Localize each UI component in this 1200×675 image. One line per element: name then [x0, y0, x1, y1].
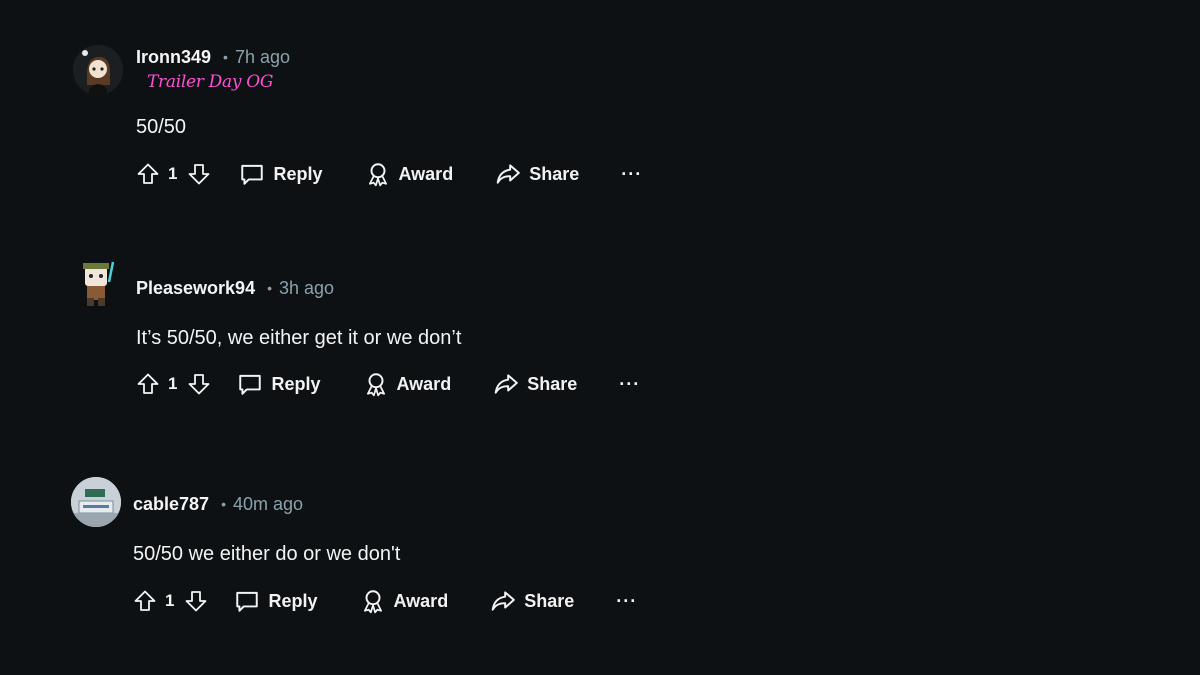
avatar[interactable] [71, 477, 121, 527]
award-button[interactable]: Award [360, 588, 449, 614]
comment-text: 50/50 we either do or we don't [133, 543, 401, 565]
comment-actions: 1 Reply Award Share ··· [133, 587, 637, 615]
award-label: Award [393, 590, 449, 611]
comment-meta: Pleasework94 • 3h ago [136, 276, 334, 300]
reply-icon [234, 588, 260, 614]
comment-text: It’s 50/50, we either get it or we don’t [136, 327, 462, 349]
vote-controls: 1 [136, 372, 211, 396]
vote-score: 1 [168, 374, 178, 393]
share-icon [493, 371, 519, 397]
reply-label: Reply [271, 373, 321, 394]
award-icon [360, 588, 386, 614]
downvote-icon[interactable] [184, 589, 208, 613]
reply-button[interactable]: Reply [234, 588, 318, 614]
comment-actions: 1 Reply Award Share ··· [136, 370, 640, 398]
more-icon[interactable]: ··· [619, 374, 640, 395]
vote-controls: 1 [133, 589, 208, 613]
vote-score: 1 [165, 591, 175, 610]
award-button[interactable]: Award [363, 371, 452, 397]
reply-button[interactable]: Reply [237, 371, 321, 397]
share-button[interactable]: Share [493, 371, 577, 397]
reply-label: Reply [268, 590, 318, 611]
share-label: Share [524, 590, 575, 611]
comment-meta: cable787 • 40m ago [133, 492, 303, 516]
share-label: Share [527, 373, 578, 394]
username[interactable]: Pleasework94 [136, 278, 255, 299]
share-button[interactable]: Share [490, 588, 574, 614]
award-label: Award [396, 373, 452, 394]
timestamp[interactable]: 40m ago [233, 494, 303, 515]
username[interactable]: cable787 [133, 494, 209, 515]
separator-dot: • [267, 280, 272, 296]
comment-3: cable787 • 40m ago 50/50 we either do or… [0, 0, 1200, 614]
downvote-icon[interactable] [187, 372, 211, 396]
avatar[interactable] [73, 258, 123, 308]
award-icon [363, 371, 389, 397]
timestamp[interactable]: 3h ago [279, 278, 334, 299]
separator-dot: • [221, 496, 226, 512]
reply-icon [237, 371, 263, 397]
share-icon [490, 588, 516, 614]
upvote-icon[interactable] [133, 589, 157, 613]
more-icon[interactable]: ··· [616, 591, 637, 612]
upvote-icon[interactable] [136, 372, 160, 396]
